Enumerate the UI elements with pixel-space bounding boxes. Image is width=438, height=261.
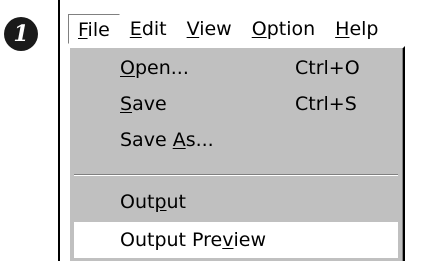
menu-bar: File Edit View Option Help bbox=[68, 14, 388, 44]
mnemonic: H bbox=[335, 18, 350, 40]
menu-item-save[interactable]: Save Ctrl+S bbox=[74, 86, 398, 122]
menu-item-output[interactable]: Output bbox=[74, 184, 398, 220]
mnemonic: O bbox=[251, 18, 267, 40]
mnemonic: V bbox=[186, 18, 200, 40]
file-menu-dropdown: Open... Ctrl+O Save Ctrl+S Save As... Ou… bbox=[68, 46, 405, 261]
mnemonic: F bbox=[78, 19, 88, 41]
menu-separator bbox=[74, 174, 398, 176]
mnemonic: E bbox=[129, 18, 142, 40]
step-number-badge: 1 bbox=[4, 17, 38, 51]
menu-view[interactable]: View bbox=[177, 14, 242, 44]
menu-item-open[interactable]: Open... Ctrl+O bbox=[74, 50, 398, 86]
shortcut-label: Ctrl+S bbox=[295, 93, 357, 115]
menu-help[interactable]: Help bbox=[325, 14, 388, 44]
step-number: 1 bbox=[13, 21, 29, 47]
shortcut-label: Ctrl+O bbox=[295, 57, 360, 79]
menu-option[interactable]: Option bbox=[242, 14, 325, 44]
menu-file[interactable]: File bbox=[68, 14, 120, 44]
application-window: File Edit View Option Help Open... Ctrl+… bbox=[58, 0, 438, 261]
menu-item-output-preview[interactable]: Output Preview bbox=[74, 222, 398, 258]
menu-edit[interactable]: Edit bbox=[120, 14, 177, 44]
menu-item-save-as[interactable]: Save As... bbox=[74, 122, 398, 158]
